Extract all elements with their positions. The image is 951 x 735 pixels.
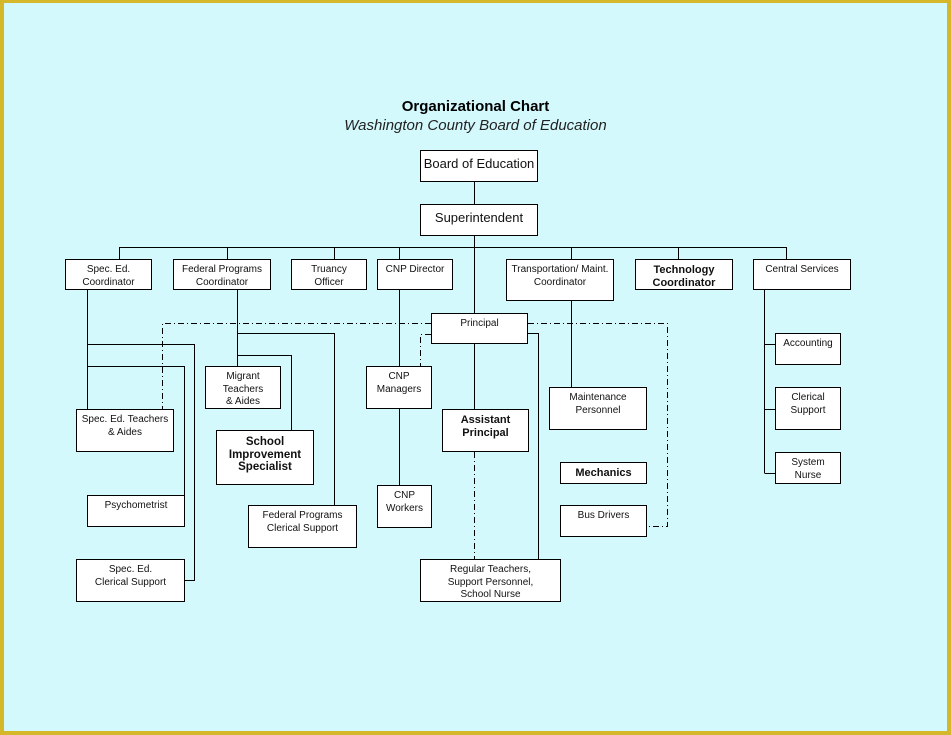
- node-spec-ed-clerical-support[interactable]: Spec. Ed. Clerical Support: [76, 559, 185, 602]
- node-psychometrist[interactable]: Psychometrist: [87, 495, 185, 527]
- connector: [87, 344, 195, 581]
- node-migrant-teachers-aides[interactable]: Migrant Teachers & Aides: [205, 366, 281, 409]
- node-board-of-education[interactable]: Board of Education: [420, 150, 538, 182]
- node-transportation-coordinator[interactable]: Transportation/ Maint. Coordinator: [506, 259, 614, 301]
- node-spec-ed-teachers-aides[interactable]: Spec. Ed. Teachers & Aides: [76, 409, 174, 452]
- node-cnp-managers[interactable]: CNP Managers: [366, 366, 432, 409]
- node-cnp-workers[interactable]: CNP Workers: [377, 485, 432, 528]
- connector: [528, 333, 539, 559]
- node-accounting[interactable]: Accounting: [775, 333, 841, 365]
- dotted-connector: [420, 334, 431, 366]
- node-superintendent[interactable]: Superintendent: [420, 204, 538, 236]
- node-assistant-principal[interactable]: Assistant Principal: [442, 409, 529, 452]
- node-bus-drivers[interactable]: Bus Drivers: [560, 505, 647, 537]
- node-regular-teachers[interactable]: Regular Teachers, Support Personnel, Sch…: [420, 559, 561, 602]
- node-central-services[interactable]: Central Services: [753, 259, 851, 290]
- node-spec-ed-coordinator[interactable]: Spec. Ed. Coordinator: [65, 259, 152, 290]
- node-federal-programs-coordinator[interactable]: Federal Programs Coordinator: [173, 259, 271, 290]
- node-maintenance-personnel[interactable]: Maintenance Personnel: [549, 387, 647, 430]
- node-mechanics[interactable]: Mechanics: [560, 462, 647, 484]
- node-federal-programs-clerical-support[interactable]: Federal Programs Clerical Support: [248, 505, 357, 548]
- chart-title: Organizational Chart: [401, 98, 550, 115]
- node-technology-coordinator[interactable]: Technology Coordinator: [635, 259, 733, 290]
- node-clerical-support[interactable]: Clerical Support: [775, 387, 841, 430]
- node-truancy-officer[interactable]: Truancy Officer: [291, 259, 367, 290]
- node-principal[interactable]: Principal: [431, 313, 528, 344]
- node-system-nurse[interactable]: System Nurse: [775, 452, 841, 484]
- node-school-improvement-specialist[interactable]: School Improvement Specialist: [216, 430, 314, 485]
- node-cnp-director[interactable]: CNP Director: [377, 259, 453, 290]
- chart-subtitle: Washington County Board of Education: [344, 117, 607, 134]
